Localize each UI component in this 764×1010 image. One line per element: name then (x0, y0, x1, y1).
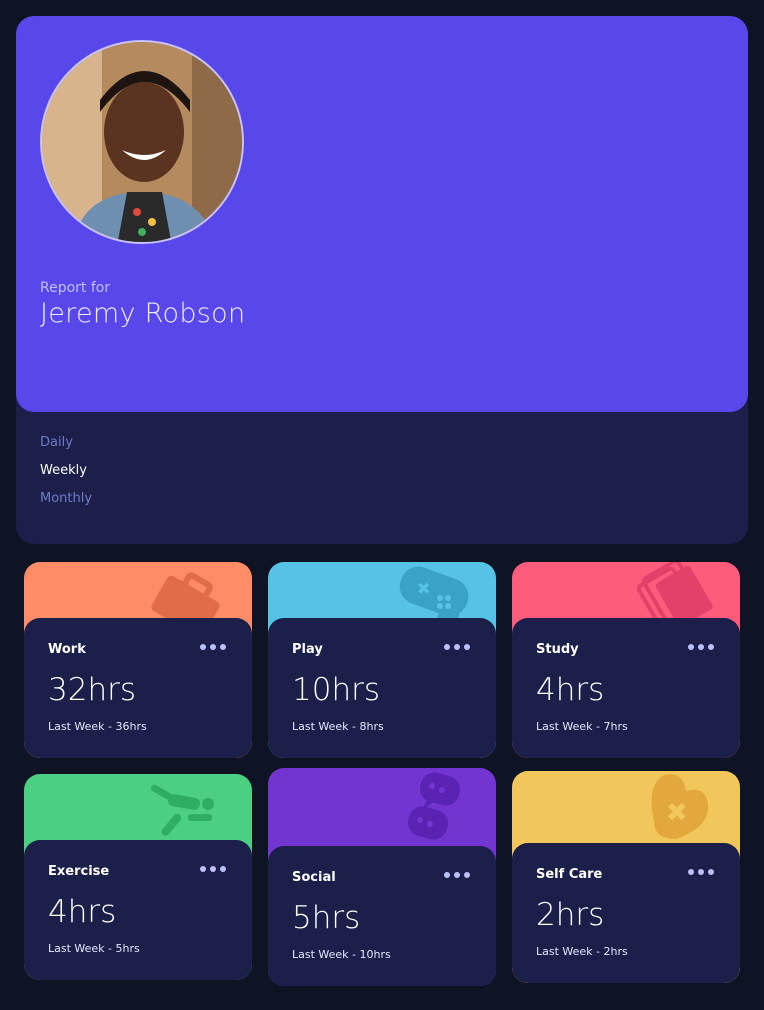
current-hours: 4hrs (48, 894, 117, 930)
chat-icon (407, 772, 461, 840)
ellipsis-icon[interactable] (442, 638, 472, 656)
profile-header: Report for Jeremy Robson (16, 16, 748, 412)
activity-card-work: Work 32hrs Last Week - 36hrs (24, 562, 252, 758)
report-for-label: Report for (40, 280, 111, 296)
ellipsis-icon[interactable] (198, 860, 228, 878)
current-hours: 10hrs (292, 672, 380, 708)
tab-weekly[interactable]: Weekly (40, 462, 92, 480)
svg-text:✖: ✖ (417, 579, 430, 598)
card-title: Play (292, 642, 323, 657)
ellipsis-icon[interactable] (198, 638, 228, 656)
previous-hours: Last Week - 7hrs (536, 720, 628, 733)
previous-hours: Last Week - 10hrs (292, 948, 391, 961)
previous-hours: Last Week - 2hrs (536, 945, 628, 958)
timeframe-tabs: Daily Weekly Monthly (40, 434, 92, 508)
previous-hours: Last Week - 36hrs (48, 720, 147, 733)
current-hours: 2hrs (536, 897, 605, 933)
activity-card-study: Study 4hrs Last Week - 7hrs (512, 562, 740, 758)
card-title: Study (536, 642, 579, 657)
current-hours: 5hrs (292, 900, 361, 936)
activity-card-self-care: ✖ Self Care 2hrs Last Week - 2hrs (512, 771, 740, 983)
avatar-image (42, 42, 242, 242)
ellipsis-icon[interactable] (442, 866, 472, 884)
current-hours: 32hrs (48, 672, 136, 708)
card-body: Exercise 4hrs Last Week - 5hrs (24, 840, 252, 980)
card-body: Social 5hrs Last Week - 10hrs (268, 846, 496, 986)
current-hours: 4hrs (536, 672, 605, 708)
card-body: Self Care 2hrs Last Week - 2hrs (512, 843, 740, 983)
card-body: Work 32hrs Last Week - 36hrs (24, 618, 252, 758)
previous-hours: Last Week - 8hrs (292, 720, 384, 733)
card-title: Self Care (536, 867, 603, 882)
running-icon (150, 784, 214, 836)
card-body: Study 4hrs Last Week - 7hrs (512, 618, 740, 758)
card-title: Work (48, 642, 86, 657)
ellipsis-icon[interactable] (686, 638, 716, 656)
heart-icon: ✖ (651, 774, 709, 839)
svg-text:✖: ✖ (666, 798, 688, 828)
ellipsis-icon[interactable] (686, 863, 716, 881)
activity-card-social: Social 5hrs Last Week - 10hrs (268, 768, 496, 986)
user-name: Jeremy Robson (40, 298, 246, 329)
avatar (40, 40, 244, 244)
activity-card-exercise: Exercise 4hrs Last Week - 5hrs (24, 774, 252, 980)
card-title: Exercise (48, 864, 110, 879)
tab-monthly[interactable]: Monthly (40, 490, 92, 508)
previous-hours: Last Week - 5hrs (48, 942, 140, 955)
card-body: Play 10hrs Last Week - 8hrs (268, 618, 496, 758)
tab-daily[interactable]: Daily (40, 434, 92, 452)
activity-card-play: ✖ Play 10hrs Last Week - 8hrs (268, 562, 496, 758)
profile-card: Report for Jeremy Robson Daily Weekly Mo… (16, 16, 748, 544)
card-title: Social (292, 870, 336, 885)
